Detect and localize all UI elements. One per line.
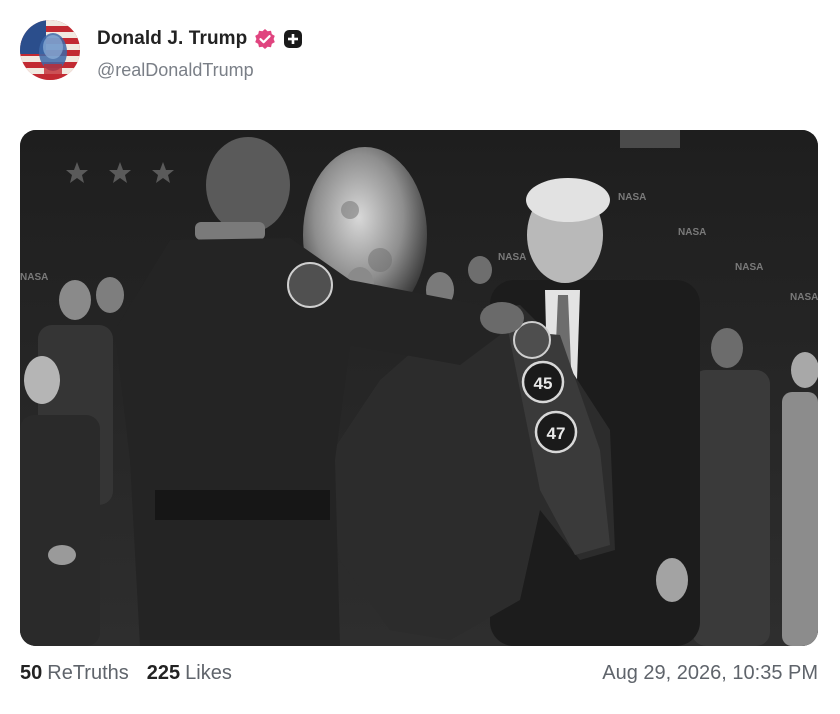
svg-text:NASA: NASA <box>498 252 526 263</box>
svg-text:NASA: NASA <box>735 262 763 273</box>
svg-text:NASA: NASA <box>790 292 818 303</box>
svg-text:NASA: NASA <box>618 192 646 203</box>
author-row: Donald J. Trump <box>97 28 303 50</box>
svg-text:NASA: NASA <box>20 272 48 283</box>
post-timestamp[interactable]: Aug 29, 2026, 10:35 PM <box>602 662 818 685</box>
post-image[interactable]: NASA NASA NASA NASA NASA NASA 45 47 <box>20 130 818 646</box>
photo-illustration: NASA NASA NASA NASA NASA NASA 45 47 <box>20 130 818 646</box>
likes-label[interactable]: Likes <box>185 662 232 685</box>
avatar-image <box>20 20 80 80</box>
post-footer: 50 ReTruths 225 Likes Aug 29, 2026, 10:3… <box>20 662 820 692</box>
patch-45-label: 45 <box>534 374 553 393</box>
avatar[interactable] <box>20 20 80 80</box>
svg-text:NASA: NASA <box>678 227 706 238</box>
author-handle[interactable]: @realDonaldTrump <box>97 60 254 81</box>
patch-47-label: 47 <box>547 424 566 443</box>
retruths-label[interactable]: ReTruths <box>47 662 129 685</box>
verified-badge-icon <box>255 29 276 49</box>
stage-truss <box>620 130 680 148</box>
engagement-stats: 50 ReTruths 225 Likes <box>20 662 232 685</box>
author-name[interactable]: Donald J. Trump <box>97 28 247 50</box>
retruths-count[interactable]: 50 <box>20 662 42 685</box>
post-header: Donald J. Trump @realDonaldTrump <box>20 20 820 82</box>
likes-count[interactable]: 225 <box>147 662 180 685</box>
plus-badge-icon <box>284 30 303 48</box>
